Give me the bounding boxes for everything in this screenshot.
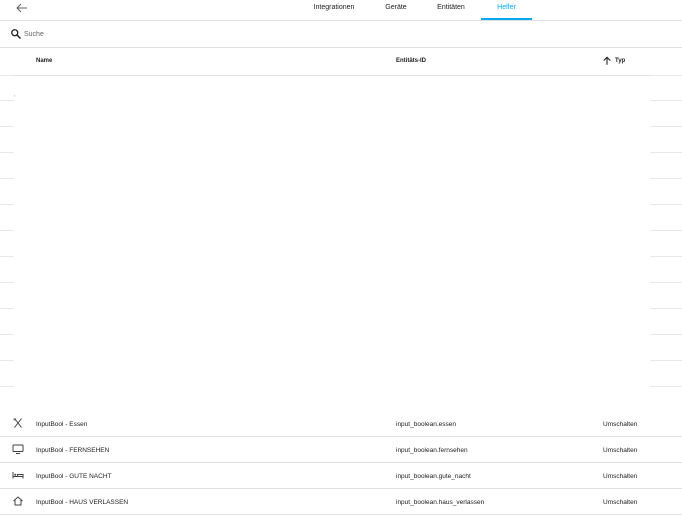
row-divider bbox=[0, 308, 14, 309]
empty-rows-area bbox=[15, 76, 649, 438]
row-divider bbox=[650, 126, 682, 127]
row-entity-id: input_boolean.fernsehen bbox=[396, 447, 468, 454]
search-icon bbox=[11, 29, 22, 40]
row-entity-id: input_boolean.gute_nacht bbox=[396, 473, 471, 480]
row-type: Umschalten bbox=[603, 447, 638, 454]
helpers-table: Name Entitäts-ID Typ , InputBool - Essen… bbox=[0, 48, 682, 515]
row-type: Umschalten bbox=[603, 499, 638, 506]
row-divider bbox=[0, 126, 14, 127]
back-button[interactable] bbox=[12, 0, 32, 17]
television-icon bbox=[12, 444, 24, 454]
row-divider bbox=[0, 256, 14, 257]
row-divider bbox=[0, 152, 14, 153]
search-input[interactable] bbox=[24, 27, 324, 41]
row-divider bbox=[650, 334, 682, 335]
row-name: InputBool - HAUS VERLASSEN bbox=[36, 499, 129, 506]
row-divider bbox=[650, 360, 682, 361]
table-row[interactable]: InputBool - HAUS VERLASSEN input_boolean… bbox=[0, 489, 682, 515]
column-header-type[interactable]: Typ bbox=[615, 58, 625, 64]
row-type: Umschalten bbox=[603, 473, 638, 480]
row-divider bbox=[0, 75, 14, 76]
bed-icon bbox=[12, 472, 24, 479]
row-divider bbox=[650, 152, 682, 153]
row-divider bbox=[650, 282, 682, 283]
row-name: InputBool - Essen bbox=[36, 421, 88, 428]
row-divider bbox=[0, 204, 14, 205]
row-entity-id: input_boolean.haus_verlassen bbox=[396, 499, 485, 506]
row-divider bbox=[0, 386, 14, 387]
column-header-name[interactable]: Name bbox=[36, 58, 52, 64]
home-icon bbox=[13, 496, 23, 506]
column-header-entity-id[interactable]: Entitäts-ID bbox=[396, 58, 426, 64]
table-row[interactable]: InputBool - Essen input_boolean.essen Um… bbox=[0, 411, 682, 437]
top-app-bar: Integrationen Geräte Entitäten Helfer bbox=[0, 0, 682, 21]
tab-integrationen[interactable]: Integrationen bbox=[308, 0, 360, 20]
row-divider bbox=[0, 334, 14, 335]
row-divider bbox=[650, 204, 682, 205]
row-divider bbox=[0, 178, 14, 179]
row-divider bbox=[650, 100, 682, 101]
arrow-left-icon bbox=[16, 3, 27, 13]
row-divider bbox=[650, 230, 682, 231]
silverware-icon bbox=[13, 418, 22, 428]
search-bar bbox=[0, 21, 682, 48]
row-divider bbox=[650, 256, 682, 257]
table-row[interactable]: InputBool - FERNSEHEN input_boolean.fern… bbox=[0, 437, 682, 463]
table-row[interactable]: InputBool - GUTE NACHT input_boolean.gut… bbox=[0, 463, 682, 489]
row-divider bbox=[0, 230, 14, 231]
row-divider bbox=[650, 75, 682, 76]
row-divider bbox=[0, 360, 14, 361]
row-entity-id: input_boolean.essen bbox=[396, 421, 456, 428]
tab-entitaeten[interactable]: Entitäten bbox=[430, 0, 472, 20]
tab-helfer[interactable]: Helfer bbox=[481, 0, 532, 20]
table-header: Name Entitäts-ID Typ bbox=[0, 48, 682, 76]
row-divider bbox=[650, 178, 682, 179]
tab-geraete[interactable]: Geräte bbox=[378, 0, 414, 20]
row-divider bbox=[650, 386, 682, 387]
row-divider bbox=[650, 308, 682, 309]
row-name: InputBool - GUTE NACHT bbox=[36, 473, 112, 480]
row-divider bbox=[0, 282, 14, 283]
arrow-up-icon[interactable] bbox=[602, 56, 612, 66]
row-name: InputBool - FERNSEHEN bbox=[36, 447, 110, 454]
row-type: Umschalten bbox=[603, 421, 638, 428]
row-divider bbox=[0, 100, 14, 101]
